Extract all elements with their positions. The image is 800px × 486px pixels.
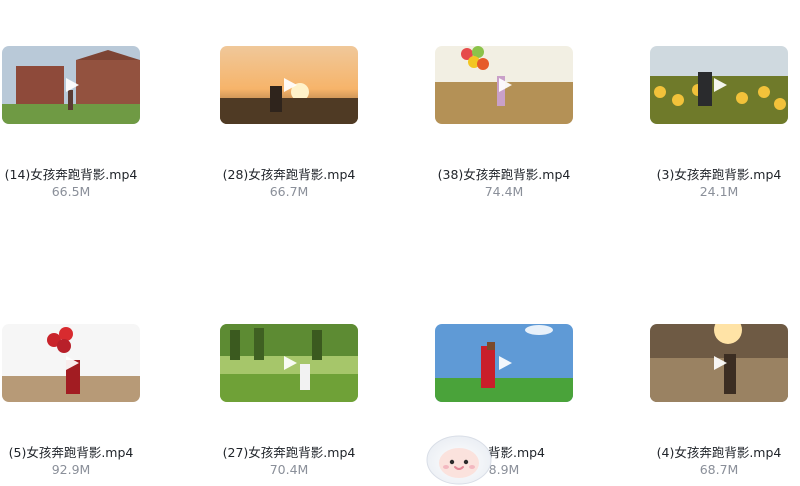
play-icon[interactable] [282,355,298,371]
video-card[interactable]: (14)女孩奔跑背影.mp4 66.5M [0,46,166,206]
video-card[interactable]: (4)女孩奔跑背影.mp4 68.7M [614,324,800,484]
play-icon[interactable] [497,77,513,93]
file-name[interactable]: (14)女孩奔跑背影.mp4 [0,164,176,183]
video-card[interactable]: (38)女孩奔跑背影.mp4 74.4M [399,46,599,206]
video-thumbnail[interactable] [2,324,140,402]
file-name[interactable]: (4)女孩奔跑背影.mp4 [614,442,800,461]
video-card[interactable]: (28)女孩奔跑背影.mp4 66.7M [184,46,384,206]
file-size: 68.7M [699,462,739,477]
video-thumbnail[interactable] [435,46,573,124]
play-icon[interactable] [64,355,80,371]
file-size: 70.4M [269,462,309,477]
video-thumbnail[interactable] [220,46,358,124]
file-name[interactable]: (27)女孩奔跑背影.mp4 [184,442,394,461]
video-thumbnail[interactable] [2,46,140,124]
video-thumbnail[interactable] [650,324,788,402]
file-size: 92.9M [51,462,91,477]
file-name[interactable]: (28)女孩奔跑背影.mp4 [184,164,394,183]
play-icon[interactable] [712,77,728,93]
mascot-icon[interactable] [424,426,494,486]
video-card[interactable]: (5)女孩奔跑背影.mp4 92.9M [0,324,166,484]
file-name[interactable]: (38)女孩奔跑背影.mp4 [399,164,609,183]
video-card[interactable]: (3)女孩奔跑背影.mp4 24.1M [614,46,800,206]
video-thumbnail[interactable] [650,46,788,124]
video-thumbnail[interactable] [435,324,573,402]
file-size: 66.7M [269,184,309,199]
video-grid: (14)女孩奔跑背影.mp4 66.5M (28)女孩奔跑背影.mp4 66.7… [0,0,800,486]
file-name[interactable]: (3)女孩奔跑背影.mp4 [614,164,800,183]
file-name[interactable]: (5)女孩奔跑背影.mp4 [0,442,176,461]
video-thumbnail[interactable] [220,324,358,402]
video-card[interactable]: (27)女孩奔跑背影.mp4 70.4M [184,324,384,484]
file-size: 74.4M [484,184,524,199]
file-size: 24.1M [699,184,739,199]
file-size: 66.5M [51,184,91,199]
play-icon[interactable] [712,355,728,371]
play-icon[interactable] [282,77,298,93]
play-icon[interactable] [64,77,80,93]
play-icon[interactable] [497,355,513,371]
